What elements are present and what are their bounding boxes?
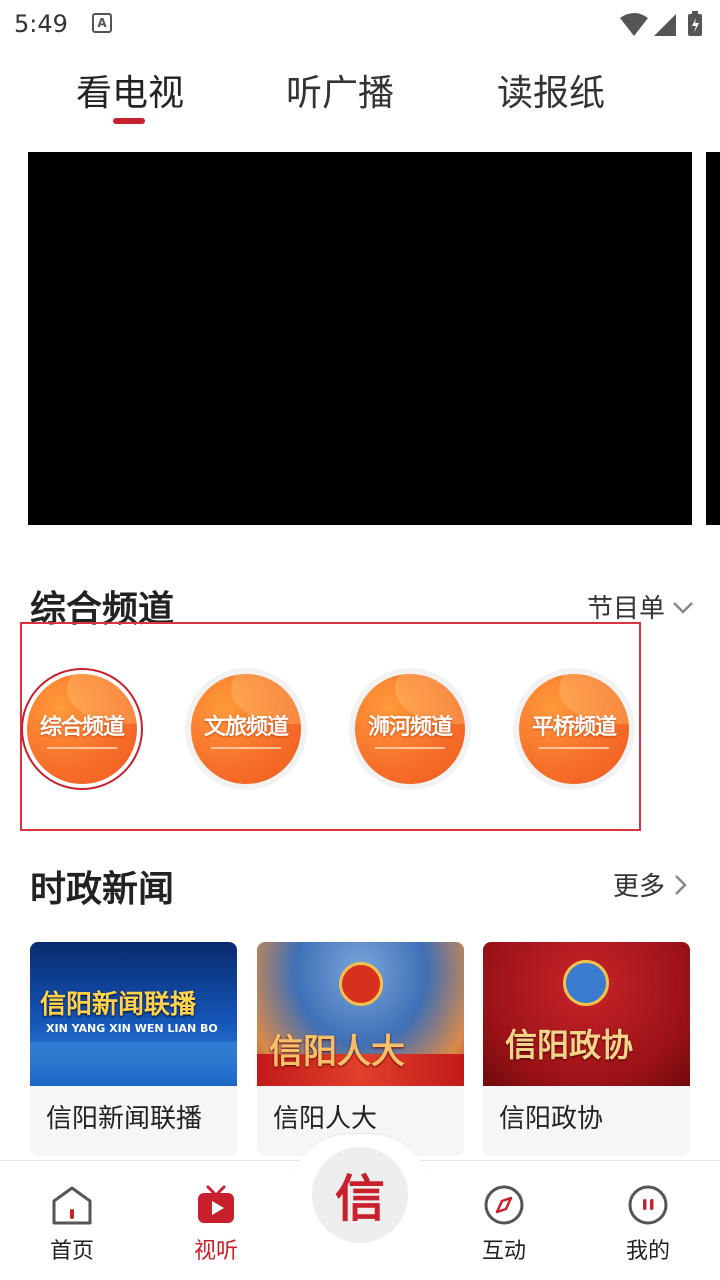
channel-subline bbox=[539, 747, 609, 749]
status-icons bbox=[618, 10, 708, 42]
thumbnail-title: 信阳人大 bbox=[269, 1032, 405, 1072]
video-player[interactable] bbox=[28, 152, 692, 525]
nav-profile[interactable]: 我的 bbox=[598, 1183, 698, 1265]
status-bar: 5:49 A bbox=[0, 0, 720, 48]
channel-subline bbox=[375, 747, 445, 749]
nav-home[interactable]: 首页 bbox=[22, 1183, 122, 1265]
channel-wenlv[interactable]: 文旅频道 bbox=[185, 668, 307, 790]
channel-shihe[interactable]: 浉河频道 bbox=[349, 668, 471, 790]
home-icon bbox=[52, 1186, 92, 1225]
channel-subline bbox=[211, 747, 281, 749]
chevron-down-icon bbox=[673, 601, 693, 614]
signal-icon bbox=[654, 14, 676, 36]
nav-interact[interactable]: 互动 bbox=[454, 1183, 554, 1265]
nav-label: 互动 bbox=[481, 1239, 526, 1264]
news-card-zhengxie[interactable]: 信阳政协 信阳政协 bbox=[483, 942, 690, 1156]
thumbnail-title: 信阳政协 bbox=[505, 1026, 634, 1064]
status-time: 5:49 bbox=[14, 10, 68, 38]
wifi-icon bbox=[620, 13, 648, 36]
channel-name: 文旅频道 bbox=[203, 715, 289, 740]
chevron-right-icon bbox=[675, 874, 687, 895]
schedule-button[interactable]: 节目单 bbox=[587, 588, 695, 625]
news-card-label: 信阳政协 bbox=[499, 1104, 604, 1134]
top-tabs: 看电视 听广播 读报纸 bbox=[0, 60, 720, 130]
nav-label: 首页 bbox=[49, 1239, 94, 1264]
channel-name: 浉河频道 bbox=[367, 715, 453, 740]
tab-watch-tv[interactable]: 看电视 bbox=[76, 64, 184, 116]
compass-icon bbox=[484, 1185, 524, 1225]
schedule-label: 节目单 bbox=[587, 594, 666, 624]
thumbnail-title: 信阳新闻联播 bbox=[40, 990, 197, 1020]
tab-active-indicator bbox=[113, 118, 145, 124]
tab-read-newspaper[interactable]: 读报纸 bbox=[497, 64, 605, 116]
next-video-peek[interactable] bbox=[706, 152, 720, 525]
nav-audiovisual[interactable]: 视听 bbox=[166, 1183, 266, 1265]
news-section-title: 时政新闻 bbox=[30, 869, 175, 910]
news-thumbnail: 信阳人大 bbox=[257, 942, 464, 1086]
tab-listen-radio[interactable]: 听广播 bbox=[286, 64, 394, 116]
nav-label: 视听 bbox=[193, 1239, 238, 1264]
profile-icon bbox=[628, 1185, 668, 1225]
emblem-icon bbox=[339, 962, 383, 1006]
channel-logo: 综合频道 bbox=[27, 674, 137, 784]
battery-icon bbox=[688, 11, 702, 36]
news-card-label: 信阳新闻联播 bbox=[46, 1104, 203, 1134]
more-label: 更多 bbox=[613, 872, 666, 902]
news-card-label: 信阳人大 bbox=[273, 1104, 378, 1134]
nav-label: 我的 bbox=[625, 1239, 670, 1264]
channel-logo: 文旅频道 bbox=[191, 674, 301, 784]
news-thumbnail: 信阳新闻联播 XIN YANG XIN WEN LIAN BO bbox=[30, 942, 237, 1086]
channel-logo: 浉河频道 bbox=[355, 674, 465, 784]
news-thumbnail: 信阳政协 bbox=[483, 942, 690, 1086]
channel-pingqiao[interactable]: 平桥频道 bbox=[513, 668, 635, 790]
channel-name: 平桥频道 bbox=[531, 715, 617, 740]
bottom-nav: 首页 视听 信 互动 我的 bbox=[0, 1133, 720, 1280]
emblem-icon bbox=[563, 960, 609, 1006]
channel-logo: 平桥频道 bbox=[519, 674, 629, 784]
news-card-renda[interactable]: 信阳人大 信阳人大 bbox=[257, 942, 464, 1156]
channel-name: 综合频道 bbox=[39, 715, 125, 740]
news-card-xinwen-lianbo[interactable]: 信阳新闻联播 XIN YANG XIN WEN LIAN BO 信阳新闻联播 bbox=[30, 942, 237, 1156]
tv-play-icon bbox=[198, 1185, 234, 1223]
nav-center-button[interactable]: 信 bbox=[312, 1147, 408, 1243]
notification-icon: A bbox=[92, 13, 112, 33]
thumbnail-subtitle: XIN YANG XIN WEN LIAN BO bbox=[46, 1022, 218, 1035]
channel-zonghe[interactable]: 综合频道 bbox=[21, 668, 143, 790]
channel-subline bbox=[47, 747, 117, 749]
xin-logo-icon: 信 bbox=[335, 1169, 385, 1228]
more-news-button[interactable]: 更多 bbox=[613, 866, 689, 903]
